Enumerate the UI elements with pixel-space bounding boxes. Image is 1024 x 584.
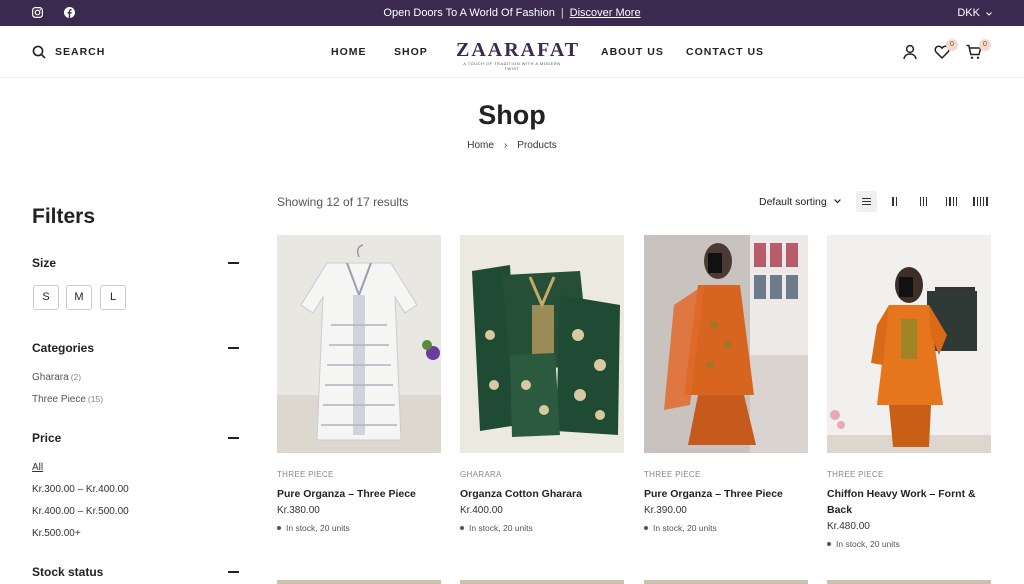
price-option-500-plus[interactable]: Kr.500.00+ bbox=[32, 528, 81, 539]
product-title[interactable]: Organza Cotton Gharara bbox=[460, 486, 620, 502]
breadcrumb-separator: › bbox=[503, 140, 508, 151]
page-title: Shop bbox=[478, 100, 546, 130]
top-bar: Open Doors To A World Of Fashion | Discove… bbox=[0, 0, 1024, 26]
product-price: Kr.380.00 bbox=[277, 505, 320, 516]
promo-banner: Open Doors To A World Of Fashion | Discove… bbox=[383, 7, 641, 19]
grid-3-columns-button[interactable] bbox=[913, 191, 934, 212]
sorting-dropdown[interactable]: Default sorting bbox=[759, 196, 841, 208]
breadcrumb-home[interactable]: Home bbox=[467, 140, 494, 151]
product-price: Kr.480.00 bbox=[827, 521, 870, 532]
nav-contact-us[interactable]: CONTACT US bbox=[686, 46, 764, 58]
in-stock-dot-icon bbox=[644, 525, 648, 530]
logo-tagline: A TOUCH OF TRADITION WITH A MODERN TWIST bbox=[463, 61, 561, 71]
filters-title: Filters bbox=[32, 205, 96, 228]
list-view-icon bbox=[862, 197, 871, 206]
stock-text: In stock, 20 units bbox=[286, 523, 350, 533]
stock-status: In stock, 20 units bbox=[644, 523, 717, 533]
search-icon bbox=[32, 45, 46, 59]
in-stock-dot-icon bbox=[827, 541, 831, 546]
grid-5-columns-icon bbox=[973, 197, 988, 206]
product-image[interactable] bbox=[827, 580, 991, 584]
product-image[interactable] bbox=[277, 580, 441, 584]
stock-status: In stock, 20 units bbox=[277, 523, 350, 533]
grid-2-columns-icon bbox=[892, 197, 897, 206]
category-label: Three Piece bbox=[32, 394, 86, 405]
grid-4-columns-icon bbox=[945, 197, 958, 206]
product-category[interactable]: THREE PIECE bbox=[827, 470, 884, 479]
size-filter-title[interactable]: Size bbox=[32, 256, 56, 270]
category-count: (15) bbox=[87, 394, 104, 404]
product-image[interactable] bbox=[277, 235, 441, 453]
breadcrumb-current: Products bbox=[517, 140, 557, 151]
categories-filter-title[interactable]: Categories bbox=[32, 341, 94, 355]
size-option-l[interactable]: L bbox=[100, 285, 126, 310]
stock-status: In stock, 20 units bbox=[460, 523, 533, 533]
product-category[interactable]: THREE PIECE bbox=[277, 470, 334, 479]
logo-name: ZAARAFAT bbox=[456, 39, 581, 61]
price-option-all[interactable]: All bbox=[32, 462, 43, 473]
size-option-m[interactable]: M bbox=[66, 285, 92, 310]
price-option-400-500[interactable]: Kr.400.00 – Kr.500.00 bbox=[32, 506, 129, 517]
sorting-label: Default sorting bbox=[759, 196, 827, 208]
grid-4-columns-button[interactable] bbox=[941, 191, 962, 212]
price-filter-title[interactable]: Price bbox=[32, 431, 61, 445]
currency-label: DKK bbox=[957, 7, 980, 19]
list-view-button[interactable] bbox=[856, 191, 877, 212]
results-count: Showing 12 of 17 results bbox=[277, 195, 409, 209]
stock-status-filter-title[interactable]: Stock status bbox=[32, 565, 103, 579]
size-option-s[interactable]: S bbox=[33, 285, 59, 310]
search-label: SEARCH bbox=[55, 46, 106, 58]
product-image[interactable] bbox=[460, 235, 624, 453]
collapse-categories-icon[interactable] bbox=[228, 347, 239, 349]
cart-count-badge: 0 bbox=[979, 39, 991, 51]
product-image[interactable] bbox=[827, 235, 991, 453]
category-item-gharara[interactable]: Gharara (2) bbox=[32, 372, 81, 383]
grid-3-columns-icon bbox=[919, 197, 928, 206]
nav-shop[interactable]: SHOP bbox=[394, 46, 428, 58]
search-button[interactable]: SEARCH bbox=[32, 45, 105, 59]
collapse-price-icon[interactable] bbox=[228, 437, 239, 439]
breadcrumb: Home › Products bbox=[0, 140, 1024, 151]
stock-status: In stock, 20 units bbox=[827, 539, 900, 549]
grid-2-columns-button[interactable] bbox=[884, 191, 905, 212]
account-icon[interactable] bbox=[902, 44, 918, 60]
discover-more-link[interactable]: Discover More bbox=[570, 7, 641, 19]
collapse-size-icon[interactable] bbox=[228, 262, 239, 264]
product-price: Kr.400.00 bbox=[460, 505, 503, 516]
price-option-300-400[interactable]: Kr.300.00 – Kr.400.00 bbox=[32, 484, 129, 495]
product-price: Kr.390.00 bbox=[644, 505, 687, 516]
product-image[interactable] bbox=[644, 235, 808, 453]
chevron-down-icon bbox=[986, 7, 992, 19]
collapse-stock-icon[interactable] bbox=[228, 571, 239, 573]
category-label: Gharara bbox=[32, 372, 69, 383]
product-category[interactable]: GHARARA bbox=[460, 470, 502, 479]
promo-text: Open Doors To A World Of Fashion bbox=[383, 7, 555, 19]
stock-text: In stock, 20 units bbox=[469, 523, 533, 533]
product-category[interactable]: THREE PIECE bbox=[644, 470, 701, 479]
chevron-down-icon bbox=[833, 195, 841, 207]
stock-text: In stock, 20 units bbox=[653, 523, 717, 533]
product-title[interactable]: Chiffon Heavy Work – Fornt & Back bbox=[827, 486, 987, 518]
stock-text: In stock, 20 units bbox=[836, 539, 900, 549]
product-image[interactable] bbox=[460, 580, 624, 584]
currency-selector[interactable]: DKK bbox=[957, 7, 992, 19]
category-count: (2) bbox=[70, 372, 82, 382]
site-logo[interactable]: ZAARAFAT A TOUCH OF TRADITION WITH A MOD… bbox=[456, 39, 581, 71]
category-item-three-piece[interactable]: Three Piece (15) bbox=[32, 394, 103, 405]
wishlist-count-badge: 0 bbox=[946, 39, 958, 51]
product-title[interactable]: Pure Organza – Three Piece bbox=[277, 486, 437, 502]
nav-home[interactable]: HOME bbox=[331, 46, 367, 58]
in-stock-dot-icon bbox=[460, 525, 464, 530]
grid-5-columns-button[interactable] bbox=[970, 191, 991, 212]
product-title[interactable]: Pure Organza – Three Piece bbox=[644, 486, 804, 502]
site-header: SEARCH HOME SHOP ZAARAFAT A TOUCH OF TRA… bbox=[0, 26, 1024, 78]
product-image[interactable] bbox=[644, 580, 808, 584]
in-stock-dot-icon bbox=[277, 525, 281, 530]
nav-about-us[interactable]: ABOUT US bbox=[601, 46, 664, 58]
